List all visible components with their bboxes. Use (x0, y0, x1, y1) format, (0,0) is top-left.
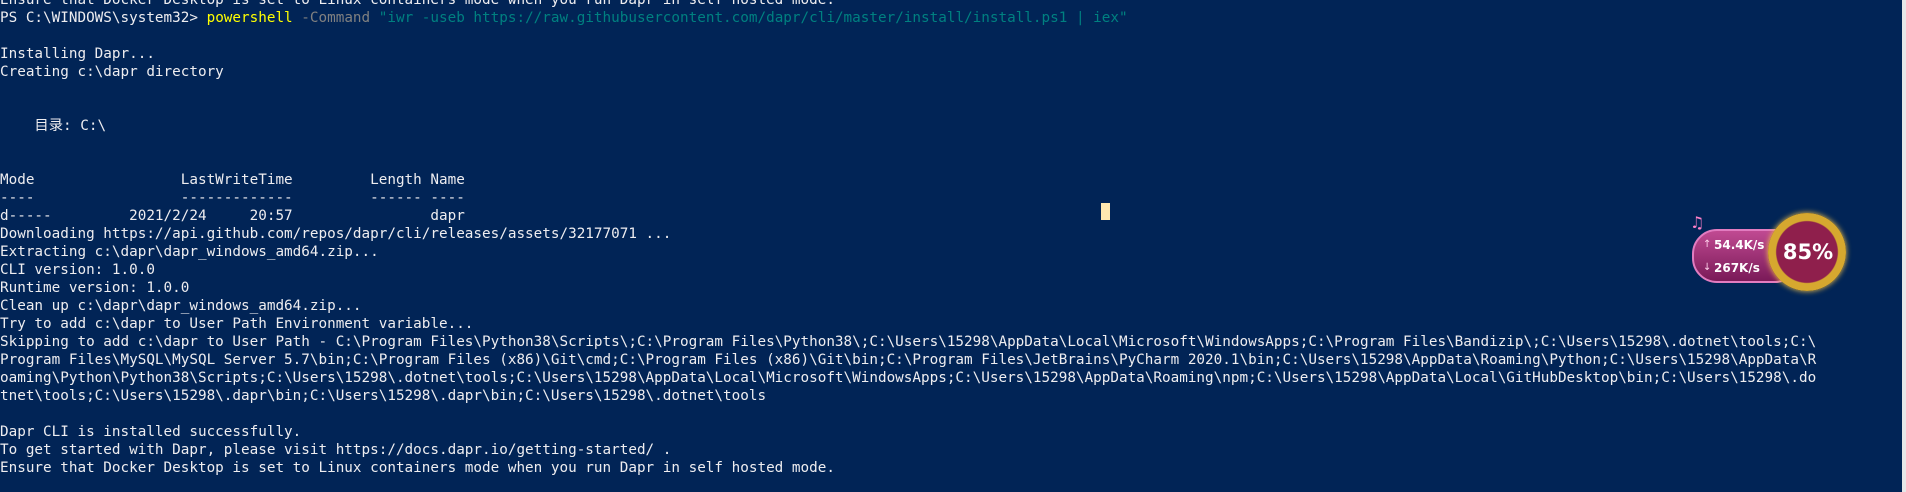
scrollbar[interactable] (1902, 0, 1906, 492)
terminal-line: Program Files\MySQL\MySQL Server 5.7\bin… (0, 352, 1817, 368)
prompt-token-plain: PS C:\WINDOWS\system32> (0, 10, 207, 26)
upload-arrow-icon: ↑ (1703, 239, 1712, 250)
terminal-line: Downloading https://api.github.com/repos… (0, 226, 672, 242)
download-rate: 267K/s (1714, 261, 1760, 275)
terminal-line: Ensure that Docker Desktop is set to Lin… (0, 460, 835, 476)
terminal-line: Creating c:\dapr directory (0, 64, 224, 80)
terminal-line: tnet\tools;C:\Users\15298\.dapr\bin;C:\U… (0, 388, 767, 404)
terminal-line: CLI version: 1.0.0 (0, 262, 155, 278)
terminal-output[interactable]: Ensure that Docker Desktop is set to Lin… (0, 0, 1880, 477)
upload-rate: 54.4K/s (1714, 238, 1765, 252)
terminal-line: Dapr CLI is installed successfully. (0, 424, 302, 440)
terminal-line: Skipping to add c:\dapr to User Path - C… (0, 334, 1817, 350)
download-arrow-icon: ↓ (1703, 262, 1712, 273)
terminal-line: PS C:\WINDOWS\system32> powershell -Comm… (0, 9, 1880, 27)
usage-percent: 85% (1782, 240, 1834, 264)
terminal-line: Clean up c:\dapr\dapr_windows_amd64.zip.… (0, 298, 362, 314)
terminal-line: oaming\Python\Python38\Scripts;C:\Users\… (0, 370, 1817, 386)
terminal-line: Runtime version: 1.0.0 (0, 280, 190, 296)
prompt-token-parameter: -Command (292, 10, 379, 26)
prompt-token-string: "iwr -useb https://raw.githubusercontent… (378, 10, 1128, 26)
terminal-line: d----- 2021/2/24 20:57 dapr (0, 208, 465, 224)
terminal-line: Try to add c:\dapr to User Path Environm… (0, 316, 474, 332)
terminal-line: To get started with Dapr, please visit h… (0, 442, 672, 458)
text-cursor (1101, 203, 1110, 220)
terminal-line: 目录: C:\ (0, 118, 107, 134)
prompt-token-command: powershell (206, 10, 293, 26)
terminal-line: Installing Dapr... (0, 46, 155, 62)
terminal-line: Mode LastWriteTime Length Name (0, 172, 465, 188)
terminal-line: Extracting c:\dapr\dapr_windows_amd64.zi… (0, 244, 379, 260)
music-note-icon: ♫ (1690, 213, 1705, 232)
terminal-line: ---- ------------- ------ ---- (0, 190, 465, 206)
network-speed-widget[interactable]: ♫ ↑ 54.4K/s ↓ 267K/s 85% (1686, 205, 1846, 295)
terminal-line: Ensure that Docker Desktop is set to Lin… (0, 0, 835, 8)
